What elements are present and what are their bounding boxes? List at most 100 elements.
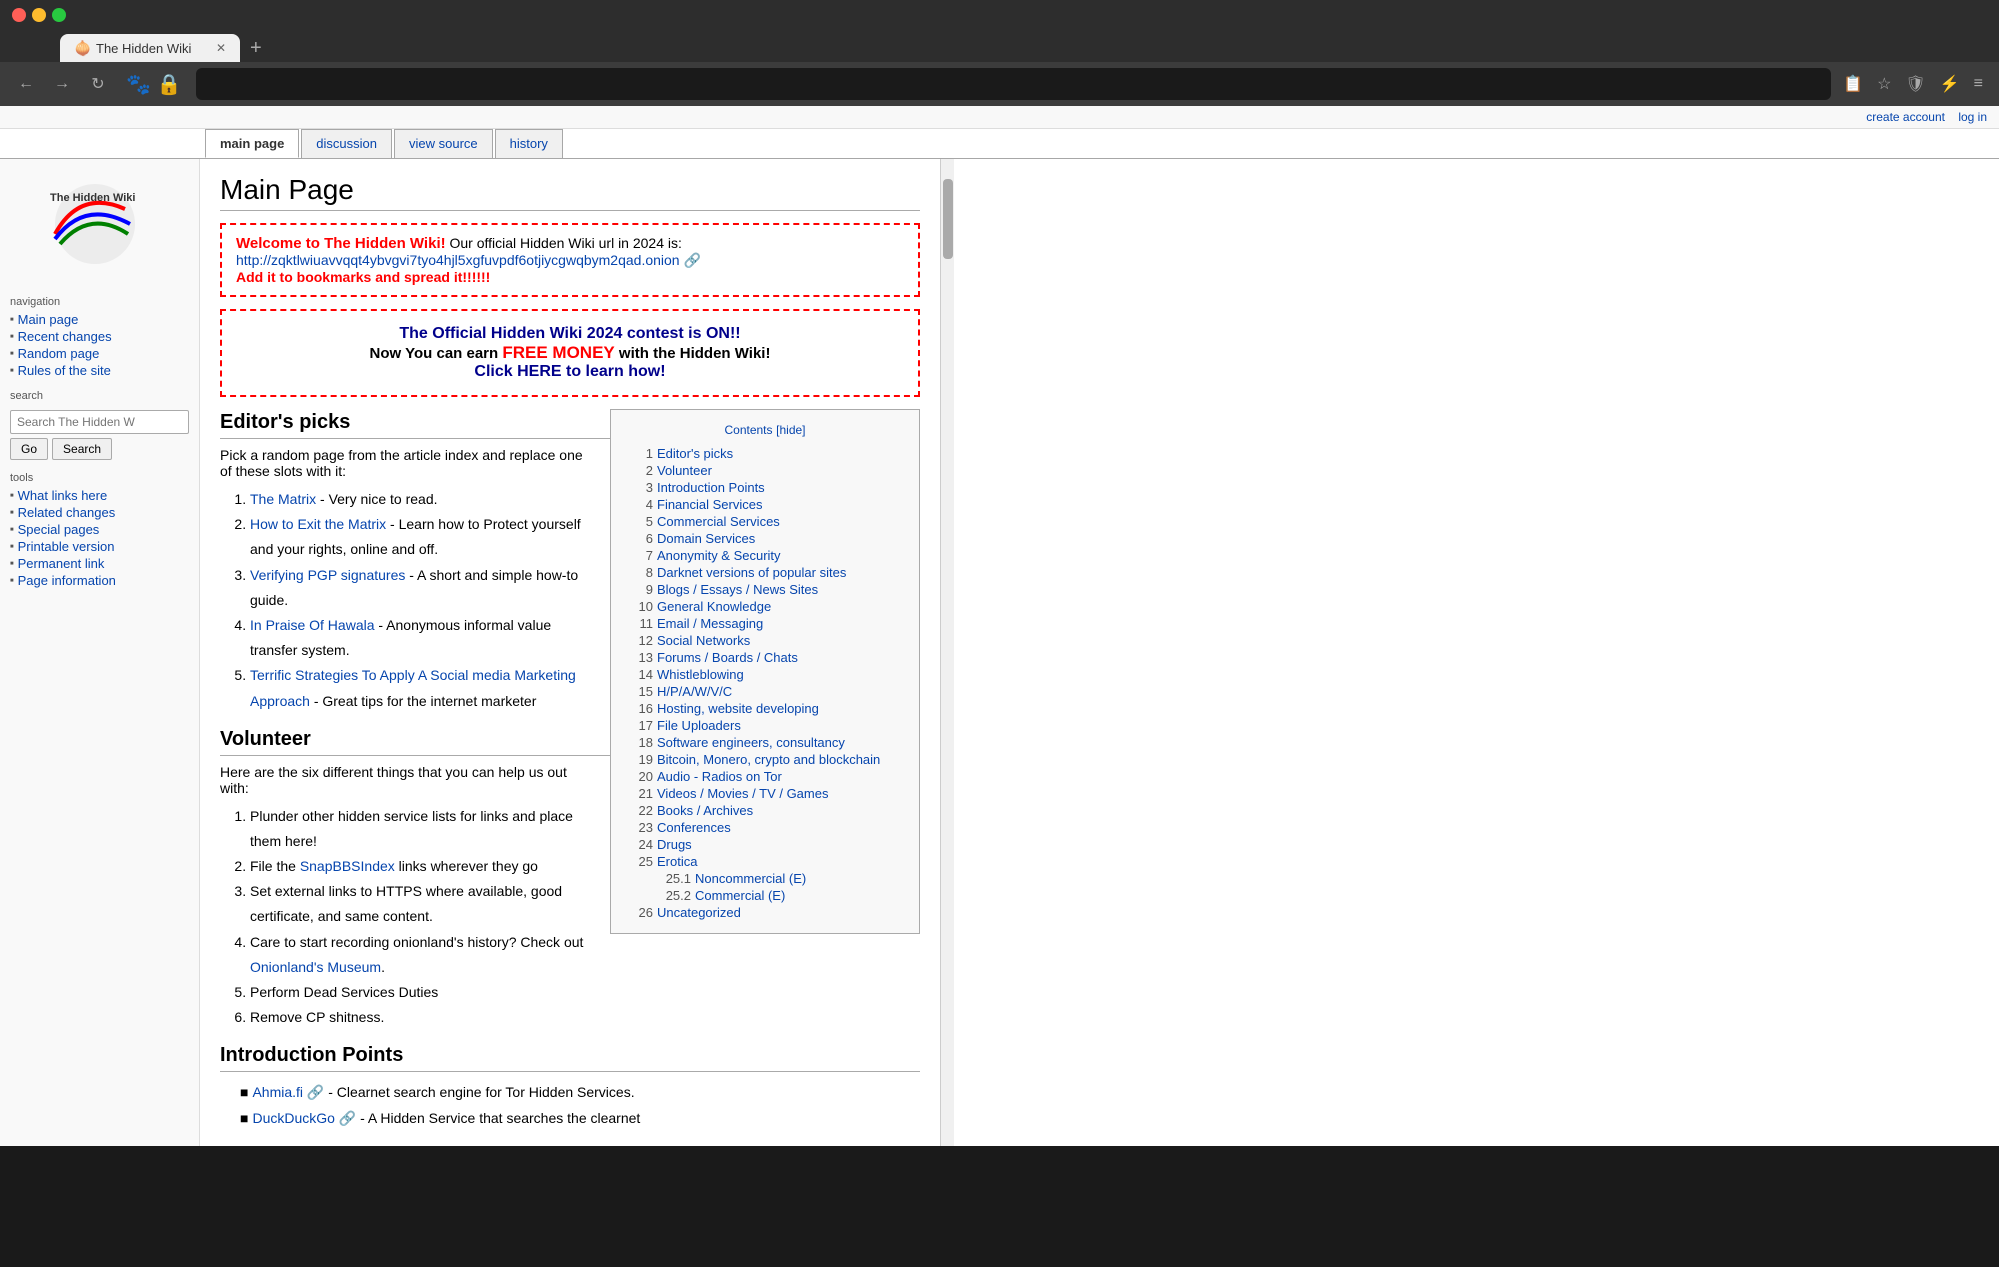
toc-item: 3Introduction Points <box>627 479 903 496</box>
snapbbs-link[interactable]: SnapBBSIndex <box>300 858 395 874</box>
toc-link-videos-movies[interactable]: Videos / Movies / TV / Games <box>657 786 828 801</box>
sidebar-item-rules[interactable]: Rules of the site <box>18 363 111 378</box>
extensions-button[interactable]: ⚡ <box>1936 70 1964 98</box>
close-window-button[interactable] <box>12 8 26 22</box>
menu-button[interactable]: ≡ <box>1970 70 1987 98</box>
go-button[interactable]: Go <box>10 438 48 460</box>
search-input[interactable] <box>10 410 189 434</box>
sidebar-item-page-information[interactable]: Page information <box>18 573 116 588</box>
toc-item: 7Anonymity & Security <box>627 547 903 564</box>
tab-discussion[interactable]: discussion <box>301 129 392 158</box>
toc-link-uncategorized[interactable]: Uncategorized <box>657 905 741 920</box>
toc-link-drugs[interactable]: Drugs <box>657 837 692 852</box>
toc-item: 16Hosting, website developing <box>627 700 903 717</box>
toc-link-hpawvc[interactable]: H/P/A/W/V/C <box>657 684 732 699</box>
sidebar-item-permanent-link[interactable]: Permanent link <box>18 556 105 571</box>
toc-link-financial-services[interactable]: Financial Services <box>657 497 763 512</box>
address-bar[interactable] <box>196 68 1831 100</box>
toc-link-forums-boards-chats[interactable]: Forums / Boards / Chats <box>657 650 798 665</box>
scrollbar[interactable] <box>940 159 954 1146</box>
toc-link-general-knowledge[interactable]: General Knowledge <box>657 599 771 614</box>
scrollbar-thumb[interactable] <box>943 179 953 259</box>
sidebar-item-what-links-here[interactable]: What links here <box>18 488 108 503</box>
toc-link-file-uploaders[interactable]: File Uploaders <box>657 718 741 733</box>
toc-link-email-messaging[interactable]: Email / Messaging <box>657 616 763 631</box>
tab-history[interactable]: history <box>495 129 563 158</box>
toc-item: 8Darknet versions of popular sites <box>627 564 903 581</box>
toc-link-anonymity-security[interactable]: Anonymity & Security <box>657 548 781 563</box>
list-item: ■ Ahmia.fi 🔗 - Clearnet search engine fo… <box>240 1080 920 1105</box>
toc-item: 13Forums / Boards / Chats <box>627 649 903 666</box>
toc-link-erotica[interactable]: Erotica <box>657 854 697 869</box>
minimize-window-button[interactable] <box>32 8 46 22</box>
toc-link-conferences[interactable]: Conferences <box>657 820 731 835</box>
intro-points-title: Introduction Points <box>220 1044 920 1072</box>
sidebar-item-special-pages[interactable]: Special pages <box>18 522 100 537</box>
toc-link-darknet-versions[interactable]: Darknet versions of popular sites <box>657 565 846 580</box>
toc-link-editors-picks[interactable]: Editor's picks <box>657 446 733 461</box>
duckduckgo-link[interactable]: DuckDuckGo <box>252 1110 334 1126</box>
tab-main-page[interactable]: main page <box>205 129 299 158</box>
toc-link-volunteer[interactable]: Volunteer <box>657 463 712 478</box>
bookmark-button[interactable]: ☆ <box>1873 70 1895 98</box>
toc-link-software-engineers[interactable]: Software engineers, consultancy <box>657 735 845 750</box>
toc-link-whistleblowing[interactable]: Whistleblowing <box>657 667 744 682</box>
window-controls <box>12 8 66 22</box>
contest-title: The Official Hidden Wiki 2024 contest is… <box>236 325 904 343</box>
toc-hide-button[interactable]: [hide] <box>776 423 805 437</box>
reader-view-button[interactable]: 📋 <box>1839 70 1867 98</box>
toc-link-noncommercial-e[interactable]: Noncommercial (E) <box>695 871 806 886</box>
log-in-link[interactable]: log in <box>1958 110 1987 124</box>
toc-link-commercial-services[interactable]: Commercial Services <box>657 514 780 529</box>
pgp-link[interactable]: Verifying PGP signatures <box>250 567 405 583</box>
sidebar-item-main-page[interactable]: Main page <box>18 312 79 327</box>
hawala-link[interactable]: In Praise Of Hawala <box>250 617 375 633</box>
exit-matrix-link[interactable]: How to Exit the Matrix <box>250 516 386 532</box>
new-tab-button[interactable]: + <box>244 37 268 60</box>
toc-link-audio-radios[interactable]: Audio - Radios on Tor <box>657 769 782 784</box>
toc-item: 11Email / Messaging <box>627 615 903 632</box>
contest-line2: Now You can earn FREE MONEY with the Hid… <box>236 343 904 363</box>
sidebar-item-related-changes[interactable]: Related changes <box>18 505 116 520</box>
refresh-button[interactable]: ↻ <box>84 70 112 98</box>
toc-link-bitcoin-crypto[interactable]: Bitcoin, Monero, crypto and blockchain <box>657 752 880 767</box>
toc-link-commercial-e[interactable]: Commercial (E) <box>695 888 785 903</box>
onionland-link[interactable]: Onionland's Museum <box>250 959 381 975</box>
sidebar-item-printable-version[interactable]: Printable version <box>18 539 115 554</box>
maximize-window-button[interactable] <box>52 8 66 22</box>
page-title: Main Page <box>220 174 920 211</box>
toc-link-books-archives[interactable]: Books / Archives <box>657 803 753 818</box>
list-item: Perform Dead Services Duties <box>250 980 920 1005</box>
sidebar-item-random-page[interactable]: Random page <box>18 346 100 361</box>
search-button[interactable]: Search <box>52 438 112 460</box>
forward-button[interactable]: → <box>48 70 76 98</box>
shield-button[interactable]: 🛡 <box>1901 70 1929 98</box>
tab-title: The Hidden Wiki <box>96 41 191 56</box>
table-of-contents: Contents [hide] 1Editor's picks 2Volunte… <box>610 409 920 934</box>
toc-item: 21Videos / Movies / TV / Games <box>627 785 903 802</box>
matrix-link[interactable]: The Matrix <box>250 491 316 507</box>
contest-cta[interactable]: Click HERE to learn how! <box>236 363 904 381</box>
toc-item: 22Books / Archives <box>627 802 903 819</box>
welcome-title: Welcome to The Hidden Wiki! <box>236 235 446 252</box>
toc-item: 17File Uploaders <box>627 717 903 734</box>
toc-link-social-networks[interactable]: Social Networks <box>657 633 750 648</box>
toc-link-hosting[interactable]: Hosting, website developing <box>657 701 819 716</box>
toc-item: 20Audio - Radios on Tor <box>627 768 903 785</box>
toc-link-domain-services[interactable]: Domain Services <box>657 531 755 546</box>
sidebar-item-recent-changes[interactable]: Recent changes <box>18 329 112 344</box>
tab-bar: 🧅 The Hidden Wiki ✕ + <box>0 30 1999 62</box>
social-media-link[interactable]: Terrific Strategies To Apply A Social me… <box>250 667 576 708</box>
tab-view-source[interactable]: view source <box>394 129 493 158</box>
toc-link-intro-points[interactable]: Introduction Points <box>657 480 765 495</box>
toc-link-blogs-essays[interactable]: Blogs / Essays / News Sites <box>657 582 818 597</box>
intro-points-list: ■ Ahmia.fi 🔗 - Clearnet search engine fo… <box>240 1080 920 1130</box>
navigation-bar: ← → ↻ 🐾 🔒 📋 ☆ 🛡 ⚡ ≡ <box>0 62 1999 106</box>
back-button[interactable]: ← <box>12 70 40 98</box>
tab-close-button[interactable]: ✕ <box>216 41 226 55</box>
contest-line2-before: Now You can earn <box>370 345 503 362</box>
ahmia-link[interactable]: Ahmia.fi <box>252 1084 303 1100</box>
create-account-link[interactable]: create account <box>1866 110 1945 124</box>
browser-tab[interactable]: 🧅 The Hidden Wiki ✕ <box>60 34 240 62</box>
welcome-url-link[interactable]: http://zqktlwiuavvqqt4ybvgvi7tyo4hjl5xgf… <box>236 252 680 268</box>
